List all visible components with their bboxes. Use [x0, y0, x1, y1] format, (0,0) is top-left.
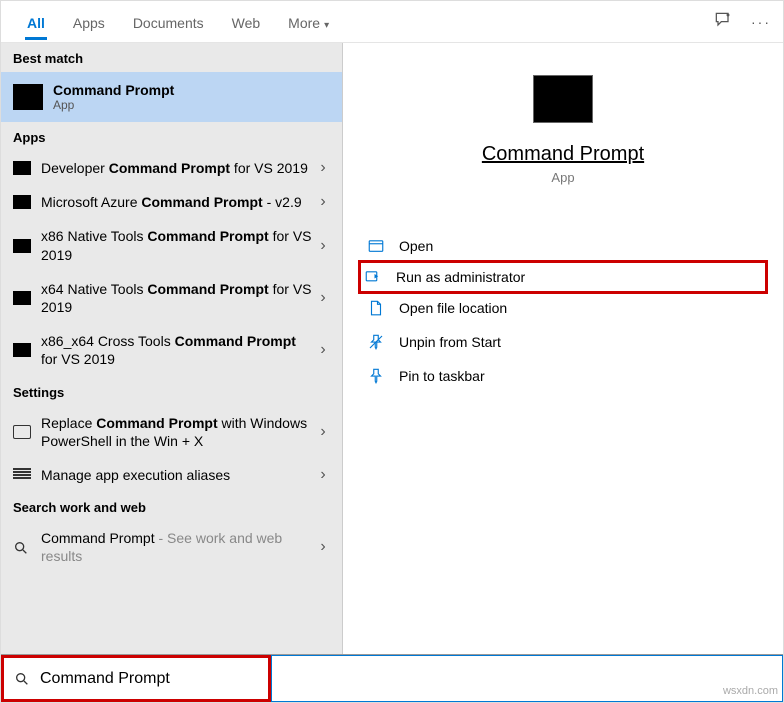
cmd-icon: [13, 239, 31, 253]
cmd-icon: [13, 161, 31, 175]
tab-apps[interactable]: Apps: [59, 5, 119, 39]
search-input[interactable]: [38, 669, 258, 689]
settings-icon: [13, 425, 31, 439]
web-result[interactable]: Command Prompt - See work and web result…: [1, 521, 342, 573]
section-apps: Apps: [1, 122, 342, 151]
options-icon[interactable]: ···: [751, 14, 771, 30]
preview-title[interactable]: Command Prompt: [361, 143, 765, 166]
search-box[interactable]: [1, 655, 271, 702]
chevron-right-icon: ›: [312, 237, 334, 255]
tab-all[interactable]: All: [13, 5, 59, 39]
best-match-item[interactable]: Command Prompt App: [1, 72, 342, 122]
section-settings: Settings: [1, 377, 342, 406]
chevron-right-icon: ›: [312, 466, 334, 484]
feedback-icon[interactable]: [713, 10, 733, 33]
app-thumbnail: [533, 75, 593, 123]
app-result[interactable]: x86_x64 Cross Tools Command Prompt for V…: [1, 324, 342, 376]
app-result[interactable]: x86 Native Tools Command Prompt for VS 2…: [1, 219, 342, 271]
filter-tabs: All Apps Documents Web More▾ ···: [1, 1, 783, 43]
cmd-icon: [13, 343, 31, 357]
search-bar-row: [1, 654, 783, 702]
app-result[interactable]: Developer Command Prompt for VS 2019›: [1, 151, 342, 185]
action-pin-taskbar[interactable]: Pin to taskbar: [361, 359, 765, 393]
action-open[interactable]: Open: [361, 229, 765, 263]
section-best-match: Best match: [1, 43, 342, 72]
action-unpin-start[interactable]: Unpin from Start: [361, 325, 765, 359]
tab-web[interactable]: Web: [218, 5, 275, 39]
search-icon: [14, 671, 30, 687]
chevron-right-icon: ›: [312, 193, 334, 211]
cmd-icon: [13, 195, 31, 209]
chevron-right-icon: ›: [312, 423, 334, 441]
chevron-right-icon: ›: [312, 538, 334, 556]
chevron-right-icon: ›: [312, 289, 334, 307]
search-icon: [13, 540, 31, 554]
action-run-admin[interactable]: Run as administrator: [358, 260, 768, 294]
preview-panel: Command Prompt App Open Run as administr…: [343, 43, 783, 654]
watermark: wsxdn.com: [723, 685, 778, 697]
results-panel: Best match Command Prompt App Apps Devel…: [1, 43, 343, 654]
best-match-subtitle: App: [53, 98, 174, 112]
chevron-right-icon: ›: [312, 159, 334, 177]
action-open-location[interactable]: Open file location: [361, 291, 765, 325]
best-match-title: Command Prompt: [53, 82, 174, 98]
setting-exec-aliases[interactable]: Manage app execution aliases ›: [1, 458, 342, 492]
taskbar-area: [271, 655, 783, 702]
aliases-icon: [13, 468, 31, 482]
cmd-icon: [13, 84, 43, 110]
tab-documents[interactable]: Documents: [119, 5, 218, 39]
app-result[interactable]: x64 Native Tools Command Prompt for VS 2…: [1, 272, 342, 324]
cmd-icon: [13, 291, 31, 305]
preview-subtitle: App: [361, 170, 765, 185]
chevron-right-icon: ›: [312, 341, 334, 359]
setting-replace-cmd[interactable]: Replace Command Prompt with Windows Powe…: [1, 406, 342, 458]
app-result[interactable]: Microsoft Azure Command Prompt - v2.9›: [1, 185, 342, 219]
section-web: Search work and web: [1, 492, 342, 521]
tab-more[interactable]: More▾: [274, 5, 343, 39]
